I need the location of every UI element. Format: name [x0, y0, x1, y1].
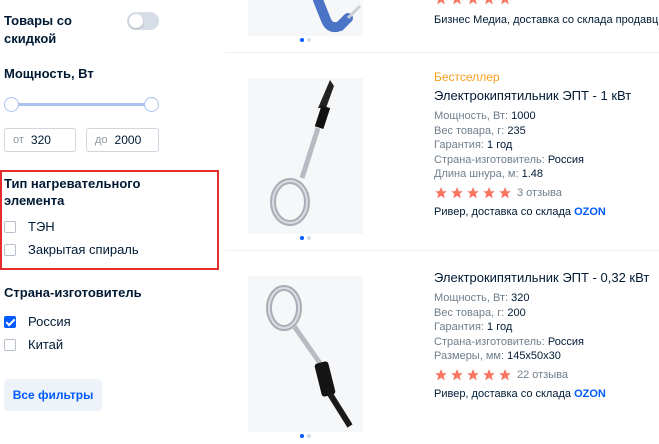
checkbox[interactable]: [4, 220, 16, 233]
star-icon: [483, 186, 495, 198]
country-option-russia[interactable]: Россия: [4, 314, 71, 329]
image-pagination: [300, 434, 311, 438]
from-prefix: от: [13, 134, 24, 146]
heater-option-ten[interactable]: ТЭН: [4, 219, 55, 234]
product-specs: Мощность, Вт: 1000 Вес товара, г: 235 Га…: [434, 109, 659, 182]
product-rating: 3 отзыва: [434, 186, 659, 200]
country-option-china[interactable]: Китай: [4, 337, 63, 352]
product-image-2[interactable]: [248, 276, 363, 432]
power-to-value: 2000: [114, 133, 142, 147]
product-specs: Мощность, Вт: 320 Вес товара, г: 200 Гар…: [434, 291, 659, 364]
product-seller[interactable]: Ривер, доставка со склада OZON: [434, 206, 659, 218]
product-seller[interactable]: Бизнес Медиа, доставка со склада продавц: [434, 14, 659, 26]
ozon-logo: OZON: [574, 387, 606, 400]
product-title[interactable]: Электрокипятильник ЭПТ - 1 кВт: [434, 88, 659, 103]
product-divider: [225, 250, 659, 251]
ozon-logo: OZON: [574, 205, 606, 218]
spec-power: Мощность, Вт: 320: [434, 292, 530, 304]
power-slider-min-handle[interactable]: [4, 97, 19, 112]
to-prefix: до: [95, 134, 108, 146]
product-rating: 22 отзыва: [434, 368, 659, 382]
star-icon: [501, 0, 509, 5]
star-icon: [453, 0, 461, 5]
product-info-0: Бизнес Медиа, доставка со склада продавц: [434, 14, 659, 26]
review-count[interactable]: 22 отзыва: [517, 369, 568, 381]
pagination-dot[interactable]: [307, 38, 311, 42]
star-icon: [435, 186, 447, 198]
spec-dimensions: Размеры, мм: 145x50x30: [434, 350, 561, 362]
discount-toggle[interactable]: [127, 12, 159, 30]
spec-weight: Вес товара, г: 235: [434, 124, 526, 137]
option-label: ТЭН: [28, 219, 55, 234]
spec-country: Страна-изготовитель: Россия: [434, 335, 584, 348]
power-to-input[interactable]: до 2000: [86, 128, 159, 152]
option-label: Россия: [28, 314, 71, 329]
star-icon: [469, 0, 477, 5]
product-image-0[interactable]: [248, 0, 363, 36]
product-seller[interactable]: Ривер, доставка со склада OZON: [434, 388, 659, 400]
star-icon: [451, 368, 463, 380]
star-icon: [485, 0, 493, 5]
option-label: Китай: [28, 337, 64, 352]
spec-warranty: Гарантия: 1 год: [434, 321, 513, 333]
power-slider-max-handle[interactable]: [144, 97, 159, 112]
checkbox[interactable]: [4, 338, 16, 351]
star-icon: [435, 368, 447, 380]
heater-type-title: Тип нагревательного элемента: [4, 176, 141, 208]
power-slider-track[interactable]: [11, 103, 151, 106]
pagination-dot[interactable]: [307, 236, 311, 240]
power-from-value: 320: [30, 133, 51, 147]
review-count[interactable]: 3 отзыва: [517, 187, 562, 199]
heater-option-closed-spiral[interactable]: Закрытая спираль: [4, 242, 139, 257]
power-from-input[interactable]: от 320: [4, 128, 76, 152]
star-icon: [499, 186, 511, 198]
toggle-knob: [129, 14, 143, 28]
product-rating-0: [434, 0, 514, 6]
star-icon: [451, 186, 463, 198]
all-filters-button[interactable]: Все фильтры: [4, 379, 102, 411]
checkbox-checked[interactable]: [4, 315, 16, 328]
spec-power: Мощность, Вт: 1000: [434, 110, 536, 122]
pagination-dot[interactable]: [300, 434, 304, 438]
bestseller-badge: Бестселлер: [434, 70, 500, 84]
image-pagination: [300, 38, 311, 42]
checkbox[interactable]: [4, 243, 16, 256]
product-info-2: Электрокипятильник ЭПТ - 0,32 кВт Мощнос…: [434, 270, 659, 400]
image-pagination: [300, 236, 311, 240]
discount-filter-title: Товары со скидкой: [4, 13, 72, 46]
star-icon: [483, 368, 495, 380]
spec-cord-length: Длина шнура, м: 1.48: [434, 168, 543, 180]
star-icon: [467, 186, 479, 198]
pagination-dot[interactable]: [300, 236, 304, 240]
star-icon: [467, 368, 479, 380]
product-image-1[interactable]: [248, 78, 363, 234]
filter-sidebar: Товары со скидкой Мощность, Вт от 320 до…: [0, 0, 225, 444]
product-info-1: Бестселлер Электрокипятильник ЭПТ - 1 кВ…: [434, 70, 659, 218]
star-icon: [437, 0, 445, 5]
star-icon: [499, 368, 511, 380]
spec-weight: Вес товара, г: 200: [434, 306, 526, 319]
spec-country: Страна-изготовитель: Россия: [434, 153, 584, 166]
option-label: Закрытая спираль: [28, 242, 139, 257]
country-filter-title: Страна-изготовитель: [4, 285, 142, 300]
spec-warranty: Гарантия: 1 год: [434, 139, 513, 151]
pagination-dot[interactable]: [307, 434, 311, 438]
product-divider: [225, 52, 659, 53]
product-title[interactable]: Электрокипятильник ЭПТ - 0,32 кВт: [434, 270, 659, 285]
power-filter-title: Мощность, Вт: [4, 66, 94, 81]
pagination-dot[interactable]: [300, 38, 304, 42]
